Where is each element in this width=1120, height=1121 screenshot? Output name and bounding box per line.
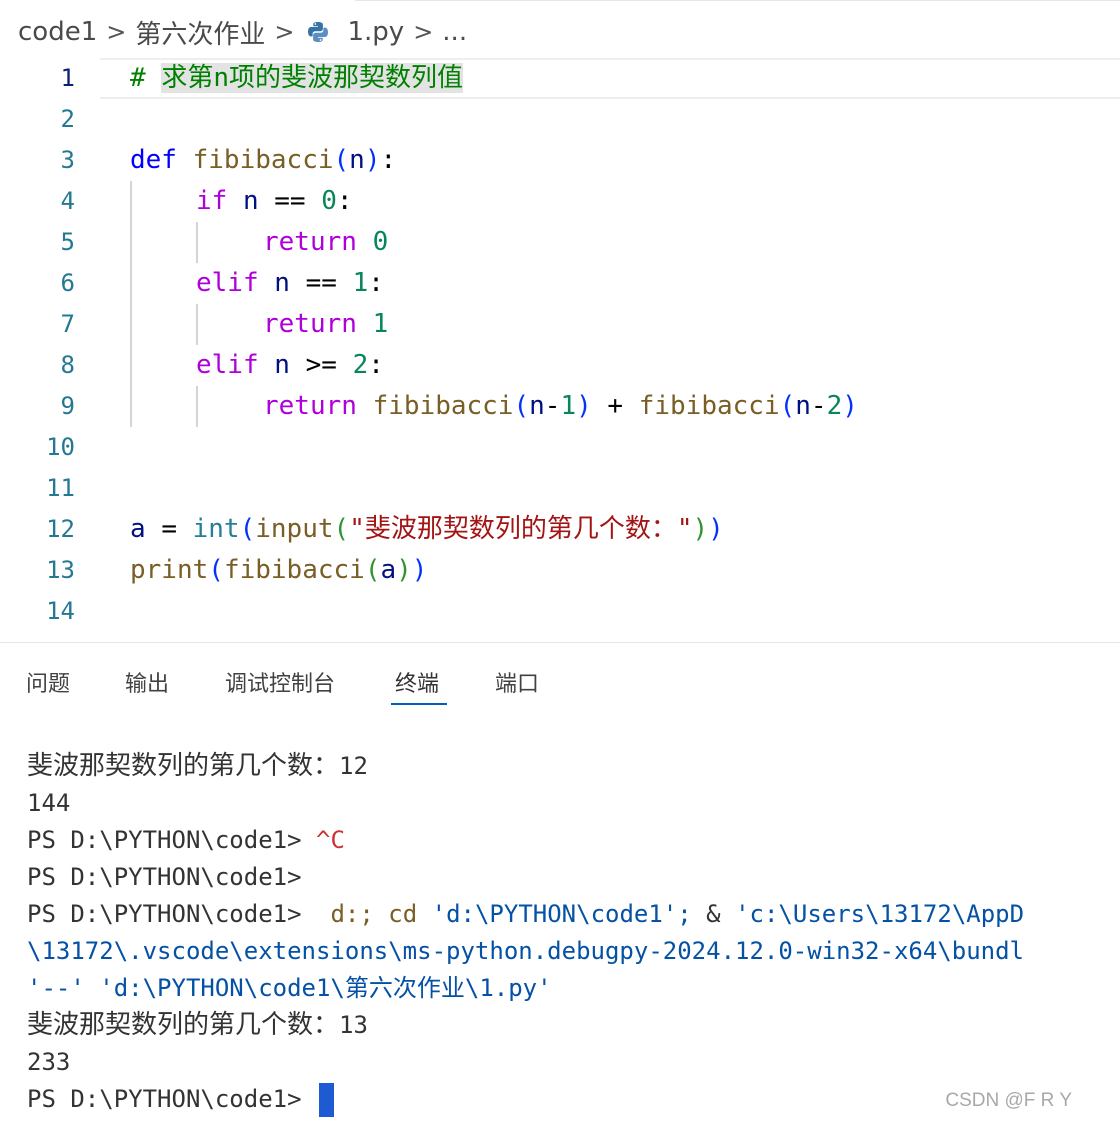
tab-output[interactable]: 输出 [125,666,169,698]
code-line-6: elif n == 1: [196,268,384,298]
code-line-1: # 求第n项的斐波那契数列值 [130,63,463,93]
panel-divider [0,642,1120,643]
line-number: 12 [46,515,75,543]
line-number: 4 [60,187,75,215]
indent-guide [196,386,198,427]
chevron-right-icon: > [274,18,295,46]
indent-guide [196,222,198,263]
line-number: 10 [46,433,75,461]
line-number: 8 [60,351,75,379]
line-number: 7 [60,310,75,338]
code-line-12: a = int(input("斐波那契数列的第几个数：")) [130,514,724,544]
panel-tabs: 问题 输出 调试控制台 终端 端口 [0,650,1120,714]
terminal-line: '--' 'd:\PYTHON\code1\第六次作业\1.py' [27,974,552,1002]
tab-terminal[interactable]: 终端 [395,666,439,698]
terminal-line: 斐波那契数列的第几个数：13 [27,1010,368,1040]
tab-problems[interactable]: 问题 [26,666,70,698]
code-line-13: print(fibibacci(a)) [130,555,428,585]
indent-guide [196,304,198,345]
chevron-right-icon: > [106,18,127,46]
code-line-9: return fibibacci(n-1) + fibibacci(n-2) [263,391,858,421]
code-line-5: return 0 [263,227,389,257]
code-line-4: if n == 0: [196,186,353,216]
line-number: 14 [46,597,75,625]
line-number: 13 [46,556,75,584]
line-number: 5 [60,228,75,256]
terminal[interactable]: 斐波那契数列的第几个数：12 144 PS D:\PYTHON\code1> ^… [27,748,1120,1118]
terminal-line: PS D:\PYTHON\code1> d:; cd 'd:\PYTHON\co… [27,900,1025,928]
terminal-line: PS D:\PYTHON\code1> [27,863,302,891]
code-editor[interactable]: 1 2 3 4 5 6 7 8 9 10 11 12 13 14 # 求第n项的… [0,58,1120,642]
tab-ports[interactable]: 端口 [495,666,539,698]
line-number: 11 [46,474,75,502]
terminal-cursor [319,1083,334,1117]
indent-guide [130,181,132,427]
code-line-3: def fibibacci(n): [130,145,397,175]
terminal-line: 斐波那契数列的第几个数：12 [27,751,368,781]
python-file-icon [308,22,329,42]
line-number: 9 [60,392,75,420]
breadcrumb-item-more[interactable]: ... [442,17,467,47]
watermark: CSDN @F R Y [945,1090,1072,1111]
terminal-line: 144 [27,789,71,817]
breadcrumb-item-code1[interactable]: code1 [18,17,97,47]
breadcrumb-item-file[interactable]: 1.py [347,17,404,47]
breadcrumb-item-folder[interactable]: 第六次作业 [135,14,265,51]
line-number: 6 [60,269,75,297]
terminal-line: PS D:\PYTHON\code1> ^C [27,826,345,854]
line-number: 2 [60,105,75,133]
tab-debug-console[interactable]: 调试控制台 [225,666,335,698]
line-number: 3 [60,146,75,174]
code-line-8: elif n >= 2: [196,350,384,380]
terminal-line: \13172\.vscode\extensions\ms-python.debu… [27,937,1024,965]
terminal-line: 233 [27,1048,71,1076]
code-line-7: return 1 [263,309,389,339]
active-tab-indicator [391,703,447,705]
line-number: 1 [60,64,75,92]
chevron-right-icon: > [413,18,434,46]
breadcrumb: code1 > 第六次作业 > 1.py > ... [0,0,1120,64]
